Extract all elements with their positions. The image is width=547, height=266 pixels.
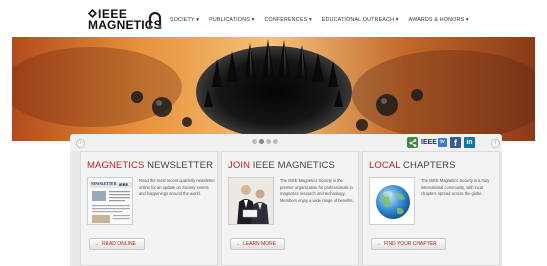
arrow-right-icon: → — [376, 241, 381, 247]
nav-item-publications[interactable]: PUBLICATIONS ▾ — [209, 17, 254, 23]
nav-item-conferences[interactable]: CONFERENCES ▾ — [264, 17, 311, 23]
card-title-accent: JOIN — [228, 160, 251, 171]
chevron-right-icon[interactable]: › — [491, 139, 500, 148]
button-label: READ ONLINE — [102, 241, 136, 247]
share-icon[interactable] — [407, 137, 418, 148]
facebook-icon[interactable]: f — [449, 137, 461, 148]
chapters-thumbnail[interactable] — [369, 177, 415, 225]
card-title[interactable]: JOIN IEEE MAGNETICS — [228, 160, 335, 171]
card-description: The IEEE Magnetics Society is a truly in… — [421, 178, 490, 197]
slider-dots — [252, 139, 278, 144]
join-thumbnail[interactable] — [228, 177, 274, 225]
newsletter-thumb-title: NEWSLETTER — [91, 182, 117, 186]
ieee-diamond-icon — [88, 9, 97, 18]
button-label: LEARN MORE — [243, 241, 277, 247]
nav-item-society[interactable]: SOCIETY ▾ — [170, 17, 199, 23]
chevron-left-icon[interactable]: ‹ — [76, 139, 85, 148]
ieee-magnetics-logo[interactable]: IEEE MAGNETICS — [88, 8, 162, 34]
page: IEEE MAGNETICS SOCIETY ▾ PUBLICATIONS ▾ … — [0, 0, 547, 266]
card-title-rest: IEEE MAGNETICS — [250, 160, 335, 171]
slider-dot-3[interactable] — [266, 139, 271, 144]
ieee-tv-label: IEEE — [421, 139, 437, 146]
card-title[interactable]: MAGNETICS NEWSLETTER — [87, 160, 213, 171]
main-nav: SOCIETY ▾ PUBLICATIONS ▾ CONFERENCES ▾ E… — [170, 17, 469, 23]
slider-dot-4[interactable] — [273, 139, 278, 144]
linkedin-icon[interactable]: in — [463, 137, 475, 148]
magnet-emblem-icon — [148, 12, 162, 29]
read-online-button[interactable]: → READ ONLINE — [89, 238, 145, 250]
card-title-rest: NEWSLETTER — [144, 160, 214, 171]
card-description: Read the most recent quarterly newslette… — [139, 178, 215, 197]
professionals-photo — [229, 178, 273, 224]
button-label: FIND YOUR CHAPTER — [384, 241, 437, 247]
share-glyph-icon — [409, 138, 416, 147]
find-your-chapter-button[interactable]: → FIND YOUR CHAPTER — [371, 238, 446, 250]
social-links: IEEE tv f in — [407, 137, 475, 148]
join-card: JOIN IEEE MAGNETICS The IEEE Magnetics S… — [221, 151, 359, 266]
newsletter-thumbnail[interactable]: NEWSLETTER IEEE — [87, 177, 133, 225]
learn-more-button[interactable]: → LEARN MORE — [230, 238, 286, 250]
slider-dot-2[interactable] — [259, 139, 264, 144]
local-chapters-card: LOCAL CHAPTERS The IEEE Magnetics Societ… — [362, 151, 500, 266]
slider-dot-1[interactable] — [252, 139, 257, 144]
nav-item-awards-honors[interactable]: AWARDS & HONORS ▾ — [409, 17, 469, 23]
card-description: The IEEE Magnetics Society is the premie… — [280, 178, 354, 203]
ieee-tv-link[interactable]: IEEE tv — [421, 138, 447, 147]
globe-icon — [370, 178, 414, 224]
card-title[interactable]: LOCAL CHAPTERS — [369, 160, 456, 171]
arrow-right-icon: → — [94, 241, 99, 247]
tv-icon: tv — [437, 138, 447, 147]
card-title-rest: CHAPTERS — [400, 160, 456, 171]
arrow-right-icon: → — [235, 241, 240, 247]
newsletter-card: MAGNETICS NEWSLETTER NEWSLETTER IEEE Rea… — [80, 151, 218, 266]
ferrofluid-image — [12, 37, 535, 141]
nav-item-educational-outreach[interactable]: EDUCATIONAL OUTREACH ▾ — [322, 17, 399, 23]
newsletter-thumb-brand: IEEE — [119, 182, 129, 187]
hero-banner-image[interactable] — [12, 37, 535, 141]
card-title-accent: MAGNETICS — [87, 160, 145, 171]
site-header: IEEE MAGNETICS SOCIETY ▾ PUBLICATIONS ▾ … — [0, 0, 547, 37]
card-title-accent: LOCAL — [369, 160, 401, 171]
